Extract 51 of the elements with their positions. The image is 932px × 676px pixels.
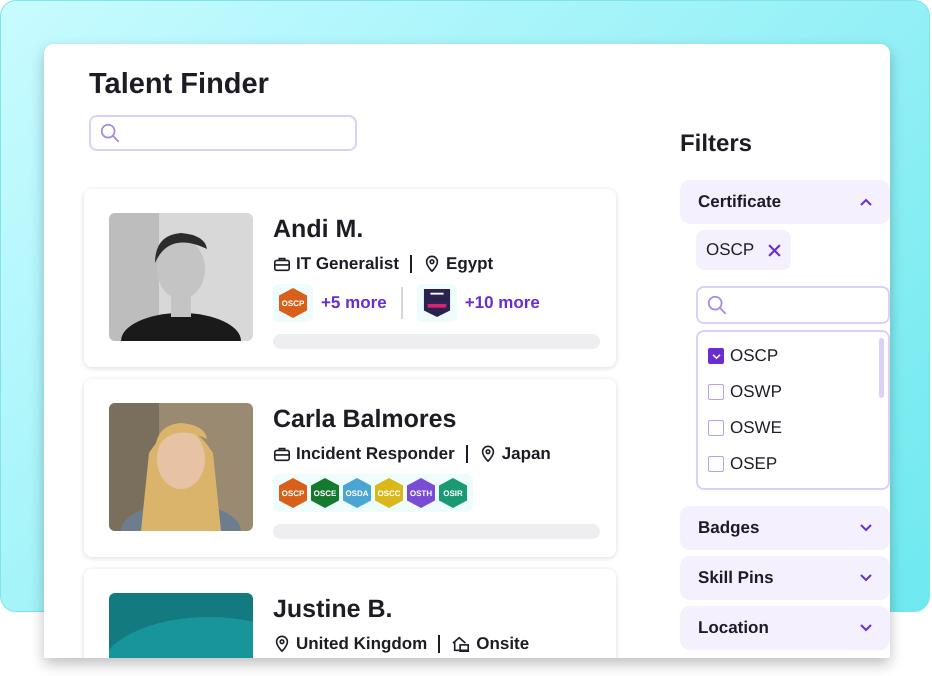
close-icon[interactable]	[768, 244, 782, 256]
chip-label: OSCP	[706, 240, 754, 260]
checkbox[interactable]	[708, 384, 724, 400]
chevron-down-icon	[860, 624, 872, 632]
option-label: OSWE	[730, 418, 782, 438]
house-laptop-icon	[451, 635, 472, 653]
search-field[interactable]	[696, 286, 890, 324]
candidate-card[interactable]: Carla Balmores Incident Responder Japan OSCP OSCE OSDA OSCC OSTH OSIR	[84, 379, 616, 557]
filter-section-header[interactable]: Certificate	[680, 180, 890, 224]
certificate-badge: OSDA	[343, 478, 371, 508]
option-label: OSWP	[730, 382, 782, 402]
checkbox[interactable]	[708, 420, 724, 436]
search-icon	[706, 294, 728, 316]
candidate-card[interactable]: Andi M. IT Generalist Egypt OSCP +5 more +10 more	[84, 189, 616, 367]
more-badges-link[interactable]: +10 more	[464, 293, 540, 313]
candidate-name: Justine B.	[273, 594, 394, 625]
filter-section-header[interactable]: Location	[680, 606, 890, 650]
candidate-name: Andi M.	[273, 214, 364, 245]
more-badges-link[interactable]: +5 more	[321, 293, 387, 313]
candidate-card[interactable]: Justine B. United Kingdom Onsite	[84, 569, 616, 658]
filters-title: Filters	[680, 130, 754, 158]
checkmark-icon	[712, 352, 720, 360]
scrollbar[interactable]	[879, 338, 884, 398]
candidate-role: Incident Responder	[296, 444, 455, 464]
candidate-location: United Kingdom	[296, 634, 428, 654]
chevron-down-icon	[860, 574, 872, 582]
candidate-location: Egypt	[446, 254, 494, 274]
option-label: OSCP	[730, 346, 778, 366]
certificate-badge: OSCC	[375, 478, 403, 508]
filter-section-header[interactable]: Skill Pins	[680, 556, 890, 600]
certificate-badge: OSCP	[279, 478, 307, 508]
certificate-badge: OSCE	[311, 478, 339, 508]
candidate-location: Japan	[502, 444, 551, 464]
chevron-down-icon	[860, 524, 872, 532]
search-field[interactable]	[89, 115, 357, 151]
option-label: OSEP	[730, 454, 778, 474]
candidate-name: Carla Balmores	[273, 404, 458, 435]
chevron-up-icon	[860, 198, 872, 206]
certificate-badge: OSTH	[407, 478, 435, 508]
location-pin-icon	[273, 635, 291, 653]
briefcase-icon	[273, 445, 291, 463]
candidate-workplace: Onsite	[476, 634, 530, 654]
certificate-badge: OSCP	[279, 288, 307, 318]
candidate-role: IT Generalist	[296, 254, 399, 274]
page-title: Talent Finder	[89, 68, 270, 101]
certificate-badge: OSIR	[439, 478, 467, 508]
checkbox[interactable]	[708, 456, 724, 472]
search-icon	[99, 122, 121, 144]
filter-section-header[interactable]: Badges	[680, 506, 890, 550]
briefcase-icon	[273, 255, 291, 273]
checkbox[interactable]	[708, 348, 724, 364]
